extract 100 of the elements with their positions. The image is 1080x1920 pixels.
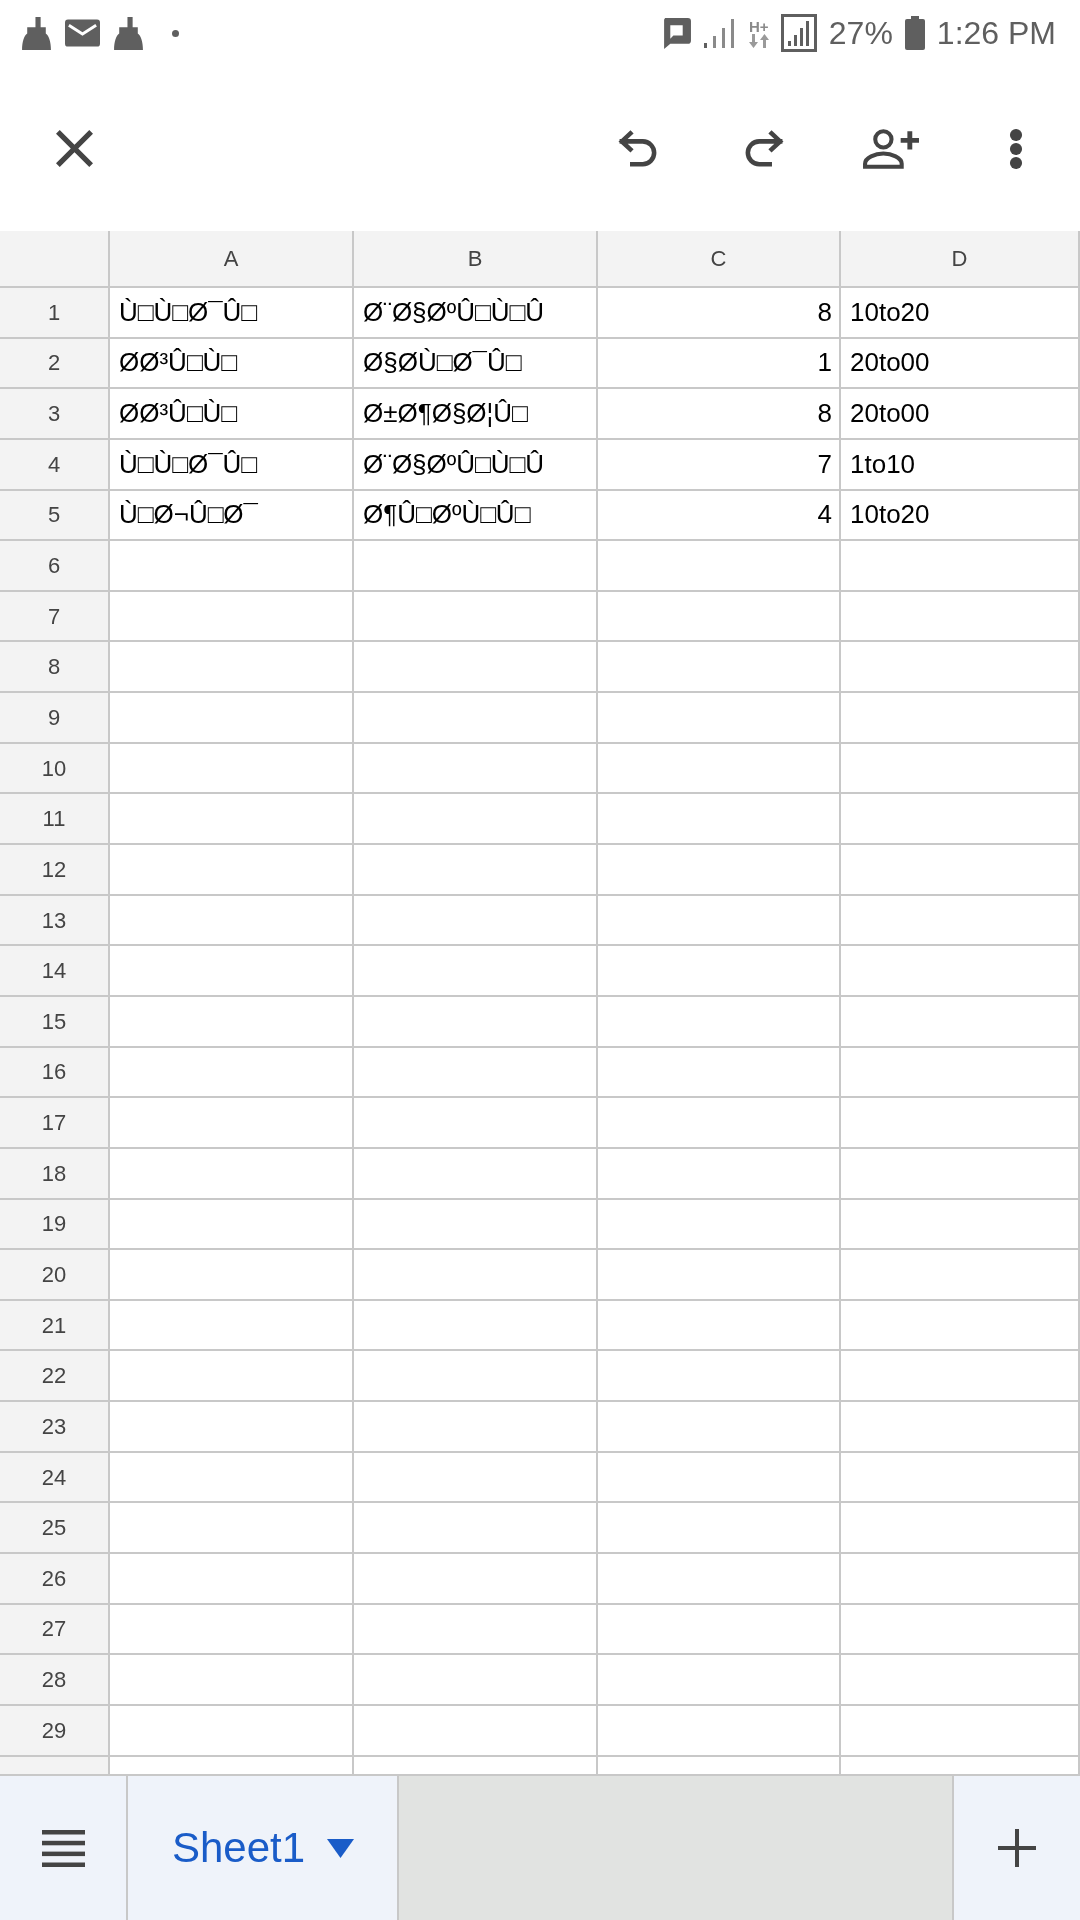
table-cell[interactable] [598, 743, 841, 795]
table-cell[interactable] [354, 1300, 598, 1352]
row-header[interactable]: 29 [0, 1705, 110, 1757]
table-cell[interactable] [598, 1199, 841, 1251]
table-cell[interactable]: 4 [598, 490, 841, 542]
table-cell[interactable] [110, 1655, 354, 1706]
table-cell[interactable] [598, 1250, 841, 1301]
table-cell[interactable] [110, 1705, 354, 1757]
table-cell[interactable] [598, 996, 841, 1048]
table-cell[interactable]: Ø¨Ø§ØºÛ□Ù□Û [354, 439, 598, 491]
table-cell[interactable] [354, 541, 598, 592]
row-header[interactable]: 13 [0, 895, 110, 947]
row-header[interactable]: 24 [0, 1452, 110, 1504]
table-cell[interactable] [354, 895, 598, 947]
row-header[interactable]: 5 [0, 490, 110, 542]
table-cell[interactable] [598, 1452, 841, 1504]
table-cell[interactable] [110, 1300, 354, 1352]
row-header[interactable]: 19 [0, 1199, 110, 1251]
table-cell[interactable] [354, 1351, 598, 1403]
table-cell[interactable] [841, 743, 1080, 795]
table-cell[interactable] [110, 1604, 354, 1656]
table-cell[interactable] [841, 591, 1080, 643]
table-cell[interactable] [841, 1148, 1080, 1200]
table-cell[interactable] [110, 1503, 354, 1554]
row-header[interactable]: 27 [0, 1604, 110, 1656]
column-header[interactable]: A [110, 231, 354, 288]
table-cell[interactable] [598, 1148, 841, 1200]
table-cell[interactable] [354, 1098, 598, 1149]
table-cell[interactable] [598, 591, 841, 643]
table-cell[interactable] [841, 845, 1080, 896]
table-cell[interactable] [110, 996, 354, 1048]
table-cell[interactable] [110, 693, 354, 744]
table-cell[interactable] [110, 1250, 354, 1301]
table-cell[interactable] [354, 845, 598, 896]
row-header[interactable]: 4 [0, 439, 110, 491]
table-cell[interactable] [110, 1098, 354, 1149]
table-cell[interactable] [354, 1047, 598, 1099]
table-cell[interactable]: ØØ³Û□Ù□ [110, 389, 354, 440]
table-cell[interactable]: 10to20 [841, 490, 1080, 542]
table-cell[interactable] [110, 1351, 354, 1403]
table-cell[interactable] [110, 1199, 354, 1251]
table-cell[interactable] [354, 642, 598, 694]
row-header[interactable]: 14 [0, 946, 110, 997]
table-cell[interactable] [841, 541, 1080, 592]
row-header[interactable]: 23 [0, 1402, 110, 1453]
table-cell[interactable] [110, 1047, 354, 1099]
table-cell[interactable] [841, 1199, 1080, 1251]
row-header[interactable]: 25 [0, 1503, 110, 1554]
table-cell[interactable]: ØØ³Û□Ù□ [110, 338, 354, 390]
table-cell[interactable] [598, 642, 841, 694]
table-cell[interactable] [841, 1098, 1080, 1149]
table-cell[interactable] [598, 1705, 841, 1757]
column-header[interactable]: D [841, 231, 1080, 288]
table-cell[interactable]: 8 [598, 389, 841, 440]
table-cell[interactable] [598, 1047, 841, 1099]
table-cell[interactable] [841, 693, 1080, 744]
table-cell[interactable] [354, 1655, 598, 1706]
select-all-corner[interactable] [0, 231, 110, 288]
table-cell[interactable] [841, 1554, 1080, 1605]
column-header[interactable]: C [598, 231, 841, 288]
table-cell[interactable] [110, 895, 354, 947]
table-cell[interactable] [598, 1655, 841, 1706]
row-header[interactable]: 10 [0, 743, 110, 795]
row-header[interactable]: 11 [0, 794, 110, 846]
table-cell[interactable] [354, 743, 598, 795]
table-cell[interactable] [110, 845, 354, 896]
table-cell[interactable] [841, 1351, 1080, 1403]
table-cell[interactable] [598, 946, 841, 997]
table-cell[interactable] [110, 1452, 354, 1504]
row-header[interactable]: 3 [0, 389, 110, 440]
table-cell[interactable] [598, 1402, 841, 1453]
table-cell[interactable] [598, 1098, 841, 1149]
table-cell[interactable]: 1 [598, 338, 841, 390]
row-header[interactable]: 2 [0, 338, 110, 390]
row-header[interactable]: 20 [0, 1250, 110, 1301]
table-cell[interactable] [841, 1452, 1080, 1504]
table-cell[interactable] [354, 1452, 598, 1504]
row-header[interactable]: 9 [0, 693, 110, 744]
table-cell[interactable]: 1to10 [841, 439, 1080, 491]
table-cell[interactable] [598, 693, 841, 744]
table-cell[interactable]: Ø±Ø¶Ø§Ø¦Û□ [354, 389, 598, 440]
table-cell[interactable] [598, 1300, 841, 1352]
row-header[interactable]: 15 [0, 996, 110, 1048]
table-cell[interactable] [841, 895, 1080, 947]
table-cell[interactable] [598, 541, 841, 592]
table-cell[interactable] [110, 743, 354, 795]
table-cell[interactable]: Ù□Ù□Ø¯Û□ [110, 288, 354, 339]
row-header[interactable]: 7 [0, 591, 110, 643]
table-cell[interactable] [598, 1554, 841, 1605]
table-cell[interactable] [110, 946, 354, 997]
table-cell[interactable]: Ø¶Û□ØºÙ□Û□ [354, 490, 598, 542]
table-cell[interactable]: 7 [598, 439, 841, 491]
table-cell[interactable] [598, 1351, 841, 1403]
row-header[interactable]: 26 [0, 1554, 110, 1605]
row-header[interactable]: 21 [0, 1300, 110, 1352]
table-cell[interactable] [354, 1503, 598, 1554]
row-header[interactable]: 16 [0, 1047, 110, 1099]
table-cell[interactable] [841, 642, 1080, 694]
table-cell[interactable]: 20to00 [841, 338, 1080, 390]
table-cell[interactable]: 20to00 [841, 389, 1080, 440]
